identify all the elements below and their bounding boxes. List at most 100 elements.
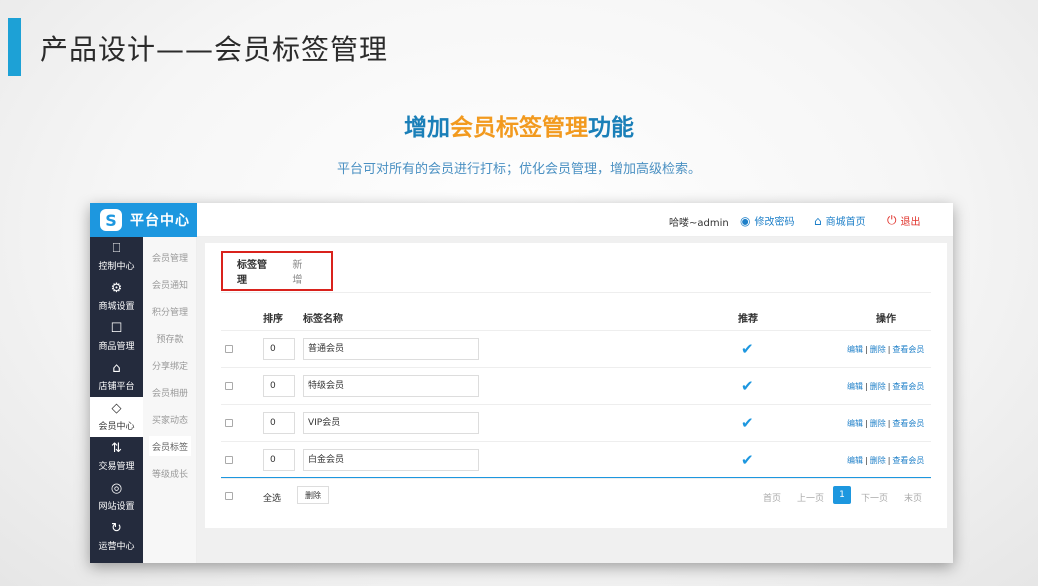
- globe-icon: ◎: [110, 481, 123, 496]
- logout-label: 退出: [900, 217, 921, 228]
- change-password-link[interactable]: ◉ 修改密码: [740, 213, 794, 229]
- tag-name-input[interactable]: 普通会员: [303, 338, 479, 360]
- pagination-last[interactable]: 末页: [904, 491, 922, 504]
- tab-add-new[interactable]: 新增: [292, 256, 309, 286]
- subnav-item-buyer-activity[interactable]: 买家动态: [149, 409, 191, 429]
- column-header-sort: 排序: [263, 314, 283, 325]
- pagination-first[interactable]: 首页: [763, 491, 781, 504]
- column-header-name: 标签名称: [303, 314, 343, 325]
- sort-input[interactable]: 0: [263, 338, 295, 360]
- column-header-recommend: 推荐: [738, 314, 758, 325]
- subnav-item-deposit[interactable]: 预存款: [149, 328, 191, 348]
- subnav-item-level-growth[interactable]: 等级成长: [149, 463, 191, 483]
- brand-name: 平台中心: [130, 213, 190, 229]
- sort-input[interactable]: 0: [263, 412, 295, 434]
- logout-link[interactable]: ⏻ 退出: [887, 213, 921, 228]
- check-icon[interactable]: ✔: [741, 377, 754, 395]
- subnav-item-points[interactable]: 积分管理: [149, 301, 191, 321]
- monitor-icon: ⎕: [112, 241, 121, 256]
- sort-input[interactable]: 0: [263, 375, 295, 397]
- home-icon: ⌂: [814, 213, 822, 228]
- diamond-icon: ◇: [111, 401, 122, 416]
- edit-link[interactable]: 编辑: [847, 345, 863, 354]
- view-members-link[interactable]: 查看会员: [892, 456, 924, 465]
- table-footer: 全选 删除 首页 上一页 1 下一页 末页: [221, 483, 931, 511]
- delete-link[interactable]: 删除: [870, 345, 886, 354]
- separator: |: [887, 345, 891, 354]
- divider: [221, 292, 931, 293]
- check-icon[interactable]: ✔: [741, 451, 754, 469]
- tab-bar: 标签管理 新增: [221, 251, 333, 291]
- subnav-item-member-album[interactable]: 会员相册: [149, 382, 191, 402]
- separator: |: [887, 382, 891, 391]
- subnav-item-member-notice[interactable]: 会员通知: [149, 274, 191, 294]
- sidebar-item-label: 店铺平台: [98, 382, 135, 392]
- table-header: 排序 标签名称 推荐 操作: [221, 301, 931, 331]
- sort-input[interactable]: 0: [263, 449, 295, 471]
- sidebar-item-mall-settings[interactable]: ⚙ 商城设置: [90, 277, 143, 317]
- headline-suffix: 功能: [588, 115, 634, 141]
- sidebar-item-site-settings[interactable]: ◎ 网站设置: [90, 477, 143, 517]
- pagination-current[interactable]: 1: [833, 486, 851, 504]
- sidebar-item-control-center[interactable]: ⎕ 控制中心: [90, 237, 143, 277]
- title-accent-bar: [8, 18, 21, 76]
- check-icon[interactable]: ✔: [741, 414, 754, 432]
- check-icon[interactable]: ✔: [741, 340, 754, 358]
- sidebar-item-label: 网站设置: [98, 502, 135, 512]
- sidebar-item-label: 控制中心: [98, 262, 135, 272]
- row-checkbox[interactable]: [225, 345, 233, 353]
- separator: |: [887, 419, 891, 428]
- row-actions: 编辑 | 删除 | 查看会员: [847, 381, 924, 392]
- top-bar: 哈喽~admin ◉ 修改密码 ⌂ 商城首页 ⏻ 退出: [197, 203, 953, 237]
- view-members-link[interactable]: 查看会员: [892, 345, 924, 354]
- brand-header[interactable]: S 平台中心: [90, 203, 197, 237]
- edit-link[interactable]: 编辑: [847, 456, 863, 465]
- sidebar-item-transactions[interactable]: ⇅ 交易管理: [90, 437, 143, 477]
- view-members-link[interactable]: 查看会员: [892, 419, 924, 428]
- logo: S: [100, 209, 122, 231]
- headline-highlight: 会员标签管理: [450, 115, 588, 141]
- separator: |: [865, 382, 868, 391]
- box-icon: ☐: [110, 321, 123, 336]
- separator: |: [865, 419, 868, 428]
- sidebar-item-label: 商品管理: [98, 342, 135, 352]
- sidebar-item-label: 交易管理: [98, 462, 135, 472]
- table-row: 0 VIP会员 ✔ 编辑 | 删除 | 查看会员: [221, 405, 931, 442]
- tag-name-input[interactable]: 特级会员: [303, 375, 479, 397]
- slide-title-block: 产品设计——会员标签管理: [0, 18, 1038, 76]
- table-row: 0 特级会员 ✔ 编辑 | 删除 | 查看会员: [221, 368, 931, 405]
- separator: |: [865, 456, 868, 465]
- select-all-checkbox[interactable]: [225, 492, 233, 500]
- select-all-label[interactable]: 全选: [263, 491, 281, 504]
- sidebar: ⎕ 控制中心 ⚙ 商城设置 ☐ 商品管理 ⌂ 店铺平台 ◇ 会员中心 ⇅ 交易管…: [90, 203, 143, 563]
- row-checkbox[interactable]: [225, 456, 233, 464]
- row-actions: 编辑 | 删除 | 查看会员: [847, 455, 924, 466]
- subnav-item-share-binding[interactable]: 分享绑定: [149, 355, 191, 375]
- separator: |: [887, 456, 891, 465]
- slide-title: 产品设计——会员标签管理: [40, 33, 389, 66]
- delete-link[interactable]: 删除: [870, 456, 886, 465]
- row-checkbox[interactable]: [225, 382, 233, 390]
- delete-link[interactable]: 删除: [870, 382, 886, 391]
- bulk-delete-button[interactable]: 删除: [297, 486, 329, 504]
- tag-name-input[interactable]: VIP会员: [303, 412, 479, 434]
- tab-tag-management[interactable]: 标签管理: [237, 256, 270, 286]
- pagination-next[interactable]: 下一页: [861, 491, 888, 504]
- row-actions: 编辑 | 删除 | 查看会员: [847, 418, 924, 429]
- sidebar-item-operations[interactable]: ↻ 运营中心: [90, 517, 143, 557]
- app-window: ⎕ 控制中心 ⚙ 商城设置 ☐ 商品管理 ⌂ 店铺平台 ◇ 会员中心 ⇅ 交易管…: [90, 203, 953, 563]
- home-link[interactable]: ⌂ 商城首页: [814, 213, 866, 229]
- sidebar-item-store-platform[interactable]: ⌂ 店铺平台: [90, 357, 143, 397]
- sidebar-item-products[interactable]: ☐ 商品管理: [90, 317, 143, 357]
- content-panel: 标签管理 新增 排序 标签名称 推荐 操作 0 普通会员 ✔ 编辑 | 删除 | 查看会…: [205, 243, 947, 528]
- pagination-prev[interactable]: 上一页: [797, 491, 824, 504]
- sidebar-item-member-center[interactable]: ◇ 会员中心: [90, 397, 143, 437]
- delete-link[interactable]: 删除: [870, 419, 886, 428]
- row-checkbox[interactable]: [225, 419, 233, 427]
- edit-link[interactable]: 编辑: [847, 419, 863, 428]
- tag-name-input[interactable]: 白金会员: [303, 449, 479, 471]
- view-members-link[interactable]: 查看会员: [892, 382, 924, 391]
- subnav-item-member-tags[interactable]: 会员标签: [149, 436, 191, 456]
- subnav-item-member-management[interactable]: 会员管理: [149, 247, 191, 267]
- edit-link[interactable]: 编辑: [847, 382, 863, 391]
